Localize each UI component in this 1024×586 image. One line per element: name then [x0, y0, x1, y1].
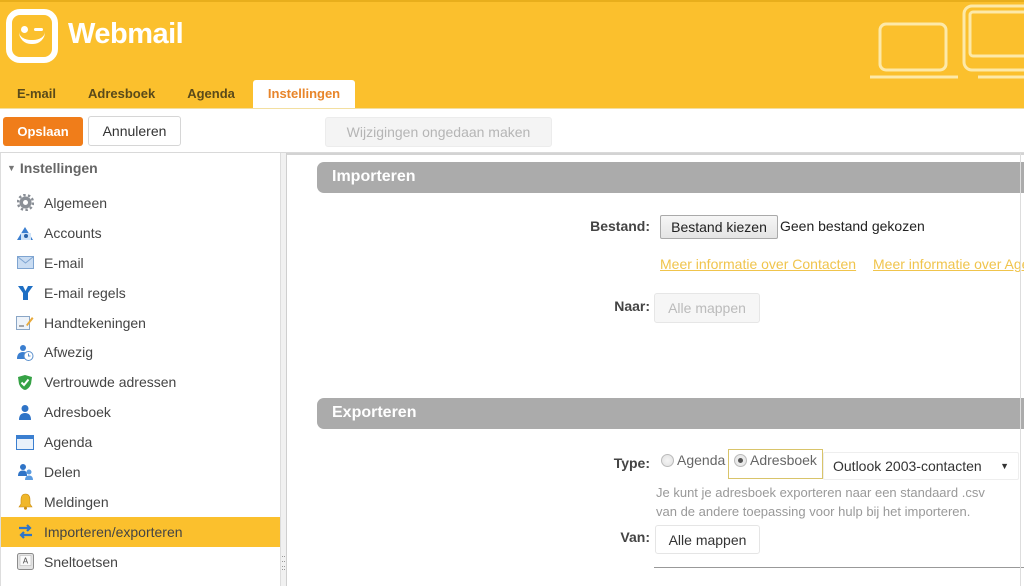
- file-status: Geen bestand gekozen: [780, 218, 925, 234]
- toolbar: Opslaan Annuleren Wijzigingen ongedaan m…: [0, 108, 1024, 153]
- agenda-radio[interactable]: [661, 453, 674, 467]
- sidebar-item-sneltoetsen[interactable]: A Sneltoetsen: [1, 547, 281, 577]
- panel-border: [1020, 153, 1021, 586]
- logo-icon: [6, 9, 58, 63]
- collapse-triangle-icon: ▼: [7, 163, 16, 173]
- cancel-button[interactable]: Annuleren: [88, 116, 181, 146]
- sidebar-item-delen[interactable]: Delen: [1, 457, 281, 487]
- sidebar-item-adresboek[interactable]: Adresboek: [1, 397, 281, 427]
- import-section-header: Importeren: [317, 162, 1024, 193]
- signature-icon: [16, 314, 34, 332]
- to-label: Naar:: [614, 298, 650, 314]
- import-export-icon: [16, 523, 34, 541]
- adresboek-radio[interactable]: [734, 453, 747, 467]
- from-label: Van:: [620, 529, 650, 545]
- sidebar-heading[interactable]: ▼ Instellingen: [7, 160, 98, 176]
- person-icon: [16, 403, 34, 421]
- brand-name: Webmail: [68, 18, 184, 50]
- export-section-header: Exporteren: [317, 398, 1024, 429]
- tab-agenda[interactable]: Agenda: [171, 80, 251, 110]
- sidebar-item-vertrouwde-adressen[interactable]: Vertrouwde adressen: [1, 367, 281, 397]
- sidebar-item-algemeen[interactable]: Algemeen: [1, 188, 281, 218]
- chevron-down-icon: ▼: [1000, 461, 1009, 471]
- contacts-info-link[interactable]: Meer informatie over Contacten: [660, 256, 856, 272]
- sidebar-item-afwezig[interactable]: Afwezig: [1, 337, 281, 367]
- tab-instellingen[interactable]: Instellingen: [252, 80, 356, 110]
- export-hint-line-1: Je kunt je adresboek exporteren naar een…: [656, 485, 985, 500]
- sidebar-item-importeren-exporteren[interactable]: Importeren/exporteren: [1, 516, 281, 547]
- file-label: Bestand:: [590, 218, 650, 234]
- sidebar-item-meldingen[interactable]: Meldingen: [1, 487, 281, 517]
- export-folder-button[interactable]: Alle mappen: [655, 525, 760, 554]
- app-header: Webmail E-mail Adresboek Agenda Instelli…: [0, 0, 1024, 110]
- sidebar-item-accounts[interactable]: Accounts: [1, 218, 281, 248]
- envelope-icon: [16, 254, 34, 272]
- calendar-icon: [16, 433, 34, 451]
- type-option-adresboek[interactable]: Adresboek: [734, 452, 817, 468]
- settings-nav: Algemeen Accounts E-mail E-mail regels H…: [1, 188, 281, 577]
- import-folder-button[interactable]: Alle mappen: [654, 293, 760, 323]
- sidebar-item-handtekeningen[interactable]: Handtekeningen: [1, 308, 281, 338]
- rules-icon: [16, 284, 34, 302]
- tab-adresboek[interactable]: Adresboek: [72, 80, 171, 110]
- sidebar-item-email-regels[interactable]: E-mail regels: [1, 278, 281, 308]
- agenda-info-link[interactable]: Meer informatie over Agenda: [873, 256, 1024, 272]
- export-format-select[interactable]: Outlook 2003-contacten ▼: [823, 452, 1019, 480]
- type-label: Type:: [613, 455, 650, 471]
- main-tabs: E-mail Adresboek Agenda Instellingen: [0, 80, 356, 110]
- import-export-panel: Importeren Bestand: Bestand kiezen Geen …: [287, 153, 1024, 586]
- away-icon: [16, 343, 34, 361]
- bell-icon: [16, 493, 34, 511]
- devices-illustration-icon: [870, 4, 1024, 79]
- settings-sidebar: ▼ Instellingen Algemeen Accounts E-mail E…: [0, 153, 281, 586]
- divider: [654, 567, 1024, 568]
- gear-icon: [16, 194, 34, 212]
- splitter-grip-icon[interactable]: [282, 556, 285, 570]
- sidebar-splitter[interactable]: [280, 153, 287, 586]
- undo-changes-button[interactable]: Wijzigingen ongedaan maken: [325, 117, 552, 147]
- export-hint-line-2: van de andere toepassing voor hulp bij h…: [656, 504, 971, 519]
- sidebar-item-email[interactable]: E-mail: [1, 248, 281, 278]
- accounts-icon: [16, 224, 34, 242]
- choose-file-button[interactable]: Bestand kiezen: [660, 215, 778, 239]
- sidebar-item-agenda[interactable]: Agenda: [1, 427, 281, 457]
- keyboard-icon: A: [16, 553, 34, 571]
- save-button[interactable]: Opslaan: [3, 117, 83, 146]
- shield-check-icon: [16, 373, 34, 391]
- share-icon: [16, 463, 34, 481]
- type-option-agenda[interactable]: Agenda: [661, 452, 725, 468]
- svg-text:A: A: [22, 557, 28, 566]
- tab-email[interactable]: E-mail: [0, 80, 72, 110]
